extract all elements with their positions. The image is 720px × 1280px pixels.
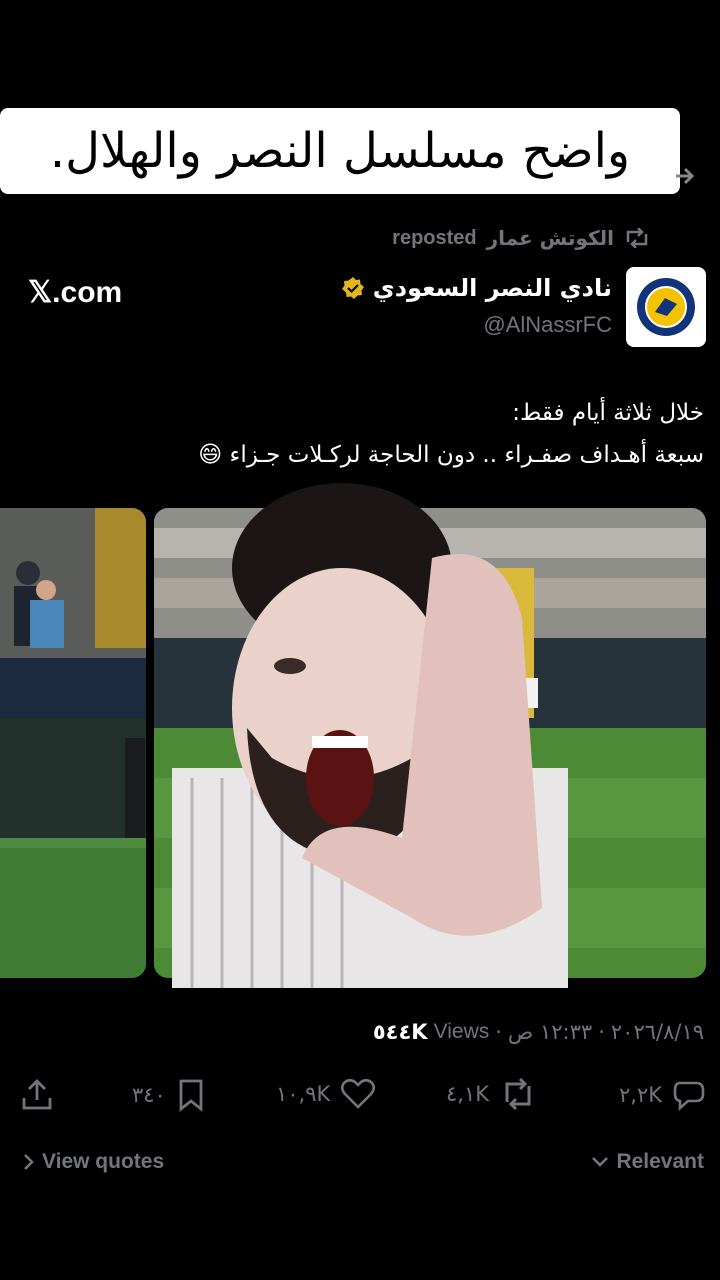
reply-icon <box>673 1081 705 1111</box>
views-label: Views <box>433 1020 490 1043</box>
sort-relevant-dropdown[interactable]: Relevant <box>590 1150 704 1174</box>
author-name-row[interactable]: نادي النصر السعودي <box>341 274 612 302</box>
chevron-down-icon <box>592 1157 609 1167</box>
share-icon <box>22 1079 52 1110</box>
author-handle[interactable]: @AlNassrFC <box>483 312 612 338</box>
views-count: ٥٤٤K <box>372 1020 428 1044</box>
tweet-actions-bar: ٢,٢K ٤,١K ١٠,٩K ٣٤٠ <box>0 1070 720 1120</box>
tweet-line-1: خلال ثلاثة أيام فقط: <box>512 400 704 426</box>
tweet-text: خلال ثلاثة أيام فقط: سبعة أهـداف صفـراء … <box>24 392 704 476</box>
view-quotes-label: View quotes <box>42 1150 165 1173</box>
heart-icon <box>341 1078 376 1109</box>
tweet-meta: ٢٠٢٦/٨/١٩ · ١٢:٣٣ ص · Views ٥٤٤K <box>373 1020 704 1044</box>
repost-indicator: الكوتش عمار reposted <box>392 226 650 250</box>
bookmark-button[interactable]: ٣٤٠ <box>132 1078 206 1112</box>
tweet-date: ٢٠٢٦/٨/١٩ <box>610 1020 704 1044</box>
like-count: ١٠,٩K <box>276 1082 331 1106</box>
nassr-logo-icon <box>637 278 695 336</box>
repost-button[interactable]: ٤,١K <box>446 1078 537 1110</box>
reply-button[interactable]: ٢,٢K <box>619 1078 706 1112</box>
bookmark-icon <box>179 1079 203 1112</box>
view-quotes-link[interactable]: View quotes <box>22 1150 164 1174</box>
tweet-time: ١٢:٣٣ ص <box>507 1020 593 1044</box>
x-watermark: 𝕏.com <box>28 276 123 309</box>
author-avatar[interactable] <box>626 267 706 347</box>
verified-badge-icon <box>341 277 364 299</box>
repost-action: reposted <box>392 226 477 249</box>
retweet-icon <box>505 1078 531 1110</box>
share-arrow-icon <box>676 167 695 185</box>
reply-count: ٢,٢K <box>618 1083 662 1107</box>
overlay-caption: واضح مسلسل النصر والهلال. <box>0 108 680 194</box>
author-name[interactable]: نادي النصر السعودي <box>373 274 612 302</box>
like-button[interactable]: ١٠,٩K <box>276 1078 376 1110</box>
tweet-media-prev[interactable] <box>0 508 146 978</box>
overlay-person-image <box>172 483 568 988</box>
share-button[interactable] <box>20 1078 54 1112</box>
chevron-right-icon <box>24 1154 34 1170</box>
sort-label: Relevant <box>616 1150 704 1173</box>
meta-separator: · <box>495 1020 502 1044</box>
tweet-line-2: سبعة أهـداف صفـراء .. دون الحاجة لركـلات… <box>198 442 704 468</box>
repost-count: ٤,١K <box>446 1082 490 1106</box>
meta-separator: · <box>598 1020 605 1044</box>
repost-user[interactable]: الكوتش عمار <box>487 226 614 250</box>
repost-icon <box>626 228 648 248</box>
bookmark-count: ٣٤٠ <box>132 1083 166 1107</box>
